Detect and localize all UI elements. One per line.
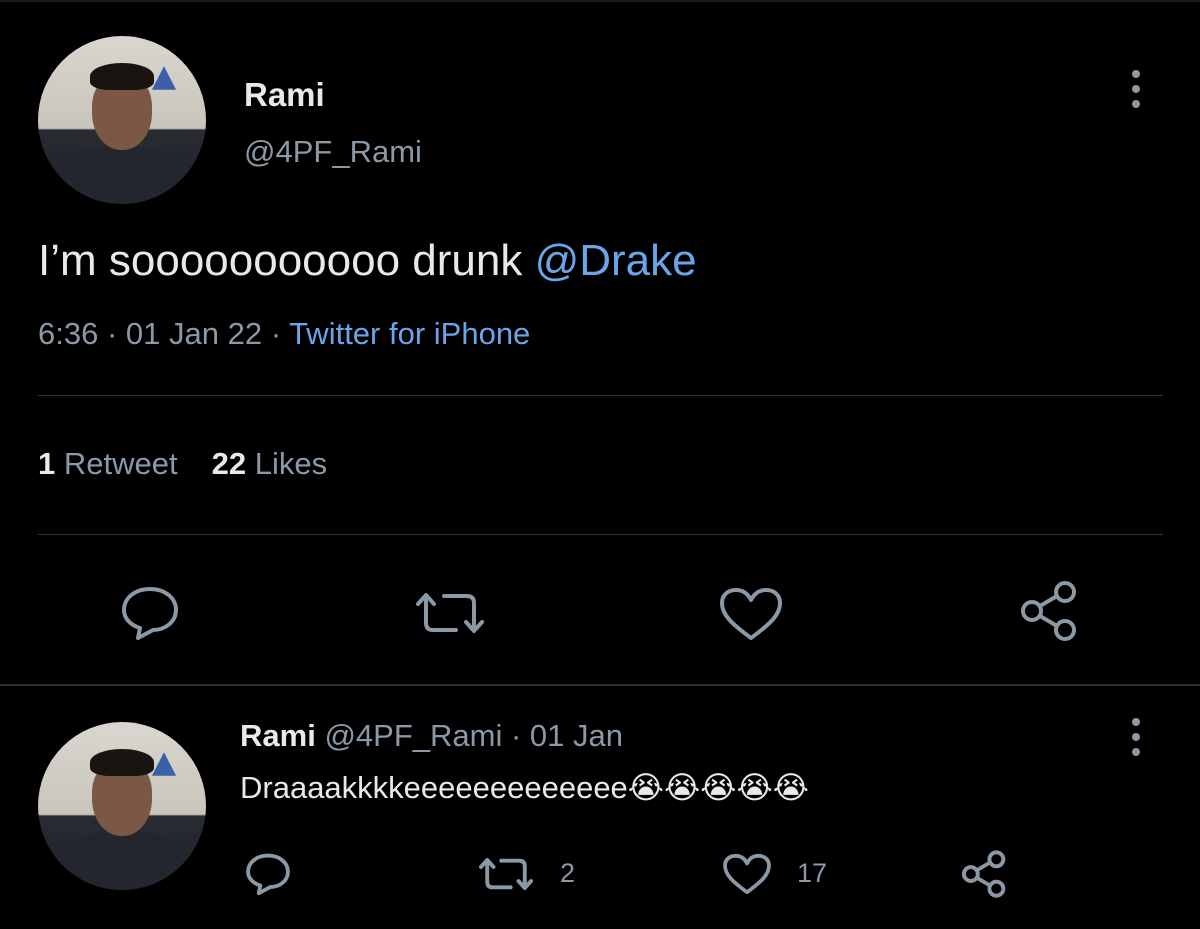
divider (38, 534, 1163, 535)
like-icon[interactable] (722, 852, 772, 896)
like-count: 22 (211, 446, 247, 481)
retweet-icon[interactable] (412, 590, 488, 636)
meta-separator: · (98, 316, 126, 351)
reply-author-handle[interactable]: @4PF_Rami (324, 718, 502, 753)
share-icon[interactable] (960, 850, 1008, 898)
reply-author-name[interactable]: Rami (240, 718, 316, 753)
reply-icon[interactable] (245, 852, 291, 896)
like-icon[interactable] (718, 586, 784, 642)
reply-icon[interactable] (120, 585, 180, 641)
reply-text: Draaaakkkkeeeeeeeeeeeee😭😭😭😭😭 (240, 770, 809, 805)
avatar-body (54, 832, 190, 890)
author-name[interactable]: Rami (244, 76, 325, 114)
top-border (0, 0, 1200, 2)
tweet-body: I’m sooooooooooo drunk (38, 236, 535, 285)
tweet-date: 01 Jan 22 (125, 316, 263, 351)
meta-separator: · (262, 316, 290, 351)
tweet-time: 6:36 (38, 316, 99, 351)
avatar[interactable] (38, 722, 206, 890)
likes-label: Likes (254, 446, 328, 481)
avatar-hair (90, 62, 154, 90)
avatar-body (54, 146, 190, 204)
retweet-label: Retweet (63, 446, 178, 481)
reply-header: Rami @4PF_Rami · 01 Jan (240, 718, 623, 754)
author-handle[interactable]: @4PF_Rami (244, 134, 422, 170)
more-icon[interactable] (1131, 70, 1141, 115)
mention-link[interactable]: @Drake (535, 236, 697, 285)
retweet-stat[interactable]: 1 Retweet (38, 446, 178, 481)
retweet-count: 1 (38, 446, 56, 481)
tweet-text: I’m sooooooooooo drunk @Drake (38, 236, 697, 286)
avatar[interactable] (38, 36, 206, 204)
share-icon[interactable] (1018, 580, 1080, 642)
likes-stat[interactable]: 22 Likes (212, 446, 327, 481)
divider (38, 395, 1163, 396)
reply-like-count: 17 (797, 858, 828, 888)
more-icon[interactable] (1131, 718, 1141, 763)
thread-separator (0, 684, 1200, 686)
reply-retweet-count: 2 (560, 858, 576, 888)
tweet-meta: 6:36 · 01 Jan 22 · Twitter for iPhone (38, 316, 530, 352)
reply-date: · 01 Jan (510, 718, 623, 753)
tweet-source-link[interactable]: Twitter for iPhone (289, 316, 530, 351)
tweet-stats: 1 Retweet 22 Likes (38, 446, 327, 482)
avatar-hair (90, 748, 154, 776)
retweet-icon[interactable] (476, 856, 536, 892)
